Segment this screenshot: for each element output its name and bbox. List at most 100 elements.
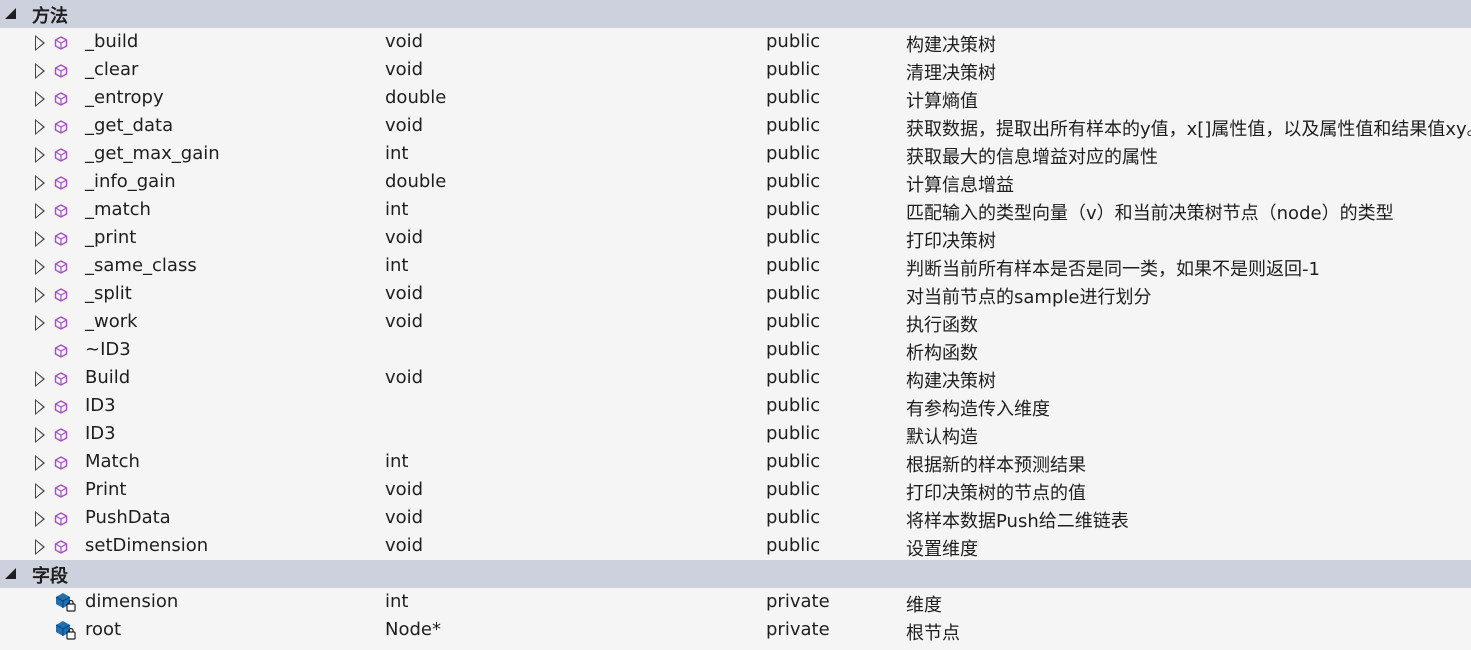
method-row[interactable]: setDimension void public 设置维度 [0,532,1471,560]
method-row[interactable]: _match int public 匹配输入的类型向量（v）和当前决策树节点（node… [0,196,1471,224]
expand-arrow-icon[interactable] [35,511,45,527]
fields-group: dimension int private 维度 root Node* private 根节点 [0,588,1471,644]
expand-arrow-icon[interactable] [35,91,45,107]
member-description: 析构函数 [906,343,978,364]
field-row[interactable]: root Node* private 根节点 [0,616,1471,644]
member-description: 计算信息增益 [906,175,1014,196]
expand-arrow-icon[interactable] [35,427,45,443]
member-name: Build [85,367,131,388]
method-cube-icon [54,118,68,134]
member-type: void [385,479,424,500]
member-name: ID3 [85,395,116,416]
member-type: void [385,367,424,388]
expand-arrow-icon[interactable] [35,147,45,163]
method-cube-icon [54,426,68,442]
method-row[interactable]: _print void public 打印决策树 [0,224,1471,252]
method-row[interactable]: _same_class int public 判断当前所有样本是否是同一类，如果不是则… [0,252,1471,280]
expand-arrow-icon[interactable] [35,203,45,219]
member-name: _print [85,227,137,248]
method-row[interactable]: _get_data void public 获取数据，提取出所有样本的y值，x[]属性… [0,112,1471,140]
method-row[interactable]: PushData void public 将样本数据Push给二维链表 [0,504,1471,532]
expand-arrow-icon[interactable] [35,455,45,471]
member-description: 构建决策树 [906,35,996,56]
member-name: _get_data [85,115,174,136]
member-type: void [385,115,424,136]
member-description: 打印决策树的节点的值 [906,483,1086,504]
method-row[interactable]: _entropy double public 计算熵值 [0,84,1471,112]
collapse-arrow-icon[interactable] [5,8,16,19]
method-row[interactable]: Build void public 构建决策树 [0,364,1471,392]
method-row[interactable]: _clear void public 清理决策树 [0,56,1471,84]
method-row[interactable]: ~ID3 public 析构函数 [0,336,1471,364]
member-access: public [766,507,821,528]
expand-arrow-icon[interactable] [35,63,45,79]
method-row[interactable]: _build void public 构建决策树 [0,28,1471,56]
method-row[interactable]: Print void public 打印决策树的节点的值 [0,476,1471,504]
methods-group: _build void public 构建决策树 _clear void public 清理决… [0,28,1471,560]
section-title: 方法 [32,6,68,27]
expand-arrow-icon[interactable] [35,35,45,51]
expand-arrow-icon[interactable] [35,287,45,303]
member-access: public [766,451,821,472]
member-description: 设置维度 [906,539,978,560]
expand-arrow-icon[interactable] [35,231,45,247]
member-access: public [766,171,821,192]
member-description: 打印决策树 [906,231,996,252]
member-type: void [385,227,424,248]
member-type: void [385,31,424,52]
expand-arrow-icon[interactable] [35,259,45,275]
member-access: public [766,31,821,52]
member-type: double [385,87,447,108]
section-header-methods[interactable]: 方法 [0,0,1471,28]
method-cube-icon [54,202,68,218]
expand-arrow-icon[interactable] [35,119,45,135]
member-name: Print [85,479,127,500]
method-row[interactable]: _get_max_gain int public 获取最大的信息增益对应的属性 [0,140,1471,168]
member-access: private [766,591,830,612]
member-description: 计算熵值 [906,91,978,112]
expand-arrow-icon[interactable] [35,539,45,555]
method-row[interactable]: _split void public 对当前节点的sample进行划分 [0,280,1471,308]
member-type: void [385,507,424,528]
member-description: 根节点 [906,623,960,644]
method-cube-icon [54,538,68,554]
member-access: private [766,619,830,640]
member-description: 有参构造传入维度 [906,399,1050,420]
member-name: _entropy [85,87,164,108]
method-row[interactable]: ID3 public 默认构造 [0,420,1471,448]
member-name: setDimension [85,535,209,556]
method-cube-icon [54,146,68,162]
member-name: _info_gain [85,171,176,192]
member-name: _clear [85,59,139,80]
method-row[interactable]: Match int public 根据新的样本预测结果 [0,448,1471,476]
field-row[interactable]: dimension int private 维度 [0,588,1471,616]
member-description: 维度 [906,595,942,616]
section-header-fields[interactable]: 字段 [0,560,1471,588]
member-type: int [385,591,409,612]
member-type: void [385,535,424,556]
method-row[interactable]: _info_gain double public 计算信息增益 [0,168,1471,196]
method-cube-icon [54,230,68,246]
method-row[interactable]: _work void public 执行函数 [0,308,1471,336]
expand-arrow-icon[interactable] [35,371,45,387]
method-cube-icon [54,314,68,330]
private-field-icon [54,619,78,641]
collapse-arrow-icon[interactable] [5,568,16,579]
member-description: 默认构造 [906,427,978,448]
member-access: public [766,311,821,332]
method-row[interactable]: ID3 public 有参构造传入维度 [0,392,1471,420]
expand-arrow-icon[interactable] [35,483,45,499]
method-cube-icon [54,258,68,274]
member-description: 将样本数据Push给二维链表 [906,511,1129,532]
expand-arrow-icon[interactable] [35,399,45,415]
member-access: public [766,59,821,80]
member-access: public [766,199,821,220]
member-description: 获取数据，提取出所有样本的y值，x[]属性值，以及属性值和结果值xy。 [906,119,1471,140]
member-access: public [766,479,821,500]
method-cube-icon [54,482,68,498]
member-name: _same_class [85,255,197,276]
member-type: int [385,143,409,164]
member-name: ID3 [85,423,116,444]
expand-arrow-icon[interactable] [35,315,45,331]
expand-arrow-icon[interactable] [35,175,45,191]
